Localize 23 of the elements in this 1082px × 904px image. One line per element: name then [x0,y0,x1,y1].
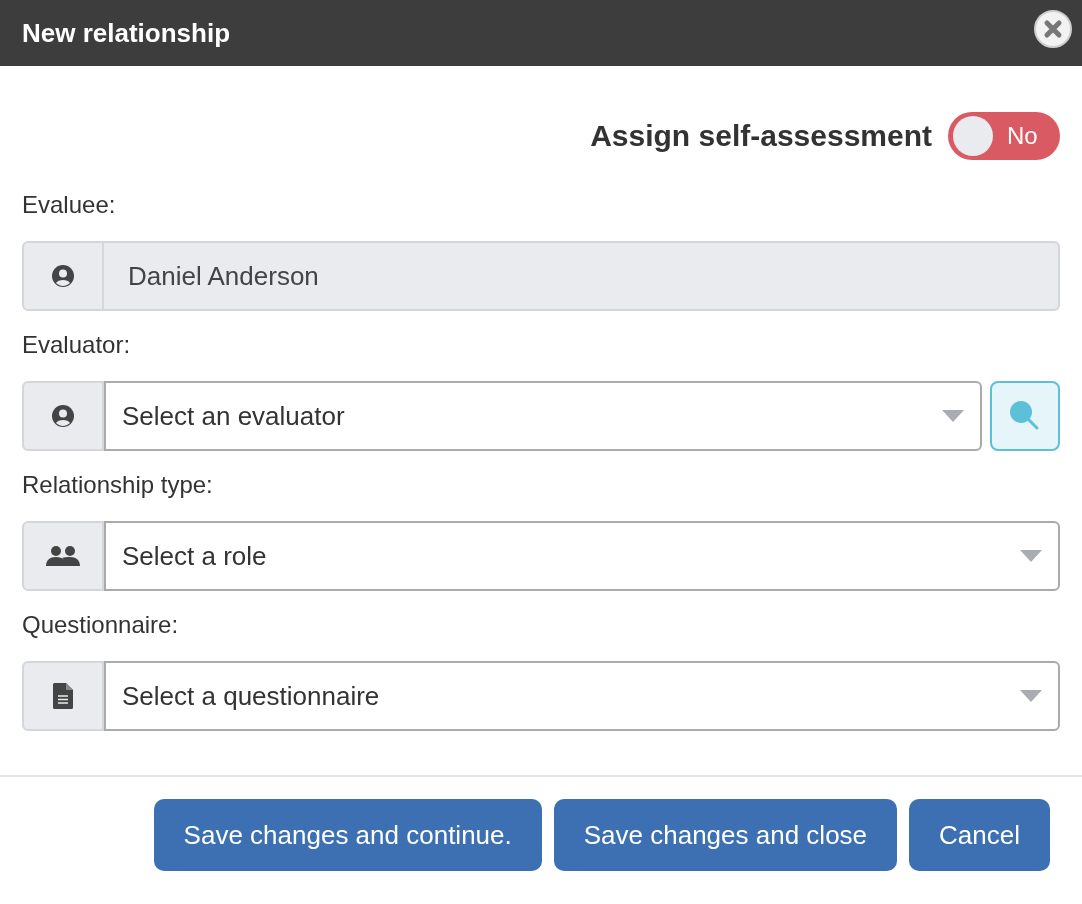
caret-icon [942,410,964,422]
document-icon [53,683,73,709]
close-button[interactable] [1034,10,1072,48]
select-field[interactable]: Select a questionnaire [104,661,1060,731]
footer-button[interactable]: Save changes and continue. [153,799,542,871]
select-field[interactable]: Select an evaluator [104,381,982,451]
footer-button[interactable]: Save changes and close [553,799,898,871]
field-label: Questionnaire: [22,611,180,639]
caret-icon [1020,690,1042,702]
close-icon [1042,18,1064,40]
self-assessment-label: Assign self-assessment [590,119,932,153]
user-circle-icon [51,264,75,288]
field-label: Evaluator: [22,331,132,359]
self-assessment-toggle[interactable]: No [948,112,1060,160]
user-circle-icon [51,404,75,428]
field-label: Relationship type: [22,471,214,499]
caret-icon [1020,550,1042,562]
select-field[interactable]: Select a role [104,521,1060,591]
footer-button[interactable]: Cancel [909,799,1050,871]
window-title: New relationship [22,17,231,49]
evaluee-field: Daniel Anderson [104,241,1060,311]
field-label: Evaluee: [22,191,117,219]
users-icon [45,544,81,568]
